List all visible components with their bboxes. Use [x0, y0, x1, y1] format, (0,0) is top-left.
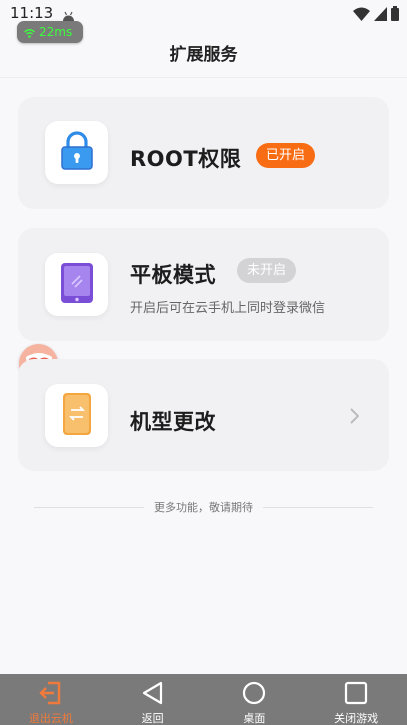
root-card-title: ROOT权限 — [130, 147, 242, 171]
tablet-icon — [60, 262, 94, 308]
divider-right — [263, 506, 373, 508]
root-icon-tile — [45, 121, 108, 184]
model-change-card[interactable]: 机型更改 — [18, 359, 389, 471]
tablet-card-description: 开启后可在云手机上同时登录微信 — [130, 301, 326, 316]
square-icon — [344, 680, 368, 706]
wifi-small-icon — [24, 23, 35, 42]
phone-swap-icon — [62, 392, 92, 440]
tablet-status-badge: 未开启 — [237, 258, 297, 283]
chevron-right-icon[interactable] — [349, 408, 360, 428]
root-permission-card[interactable]: ROOT权限 已开启 — [18, 97, 389, 209]
tablet-card-title: 平板模式 — [130, 263, 216, 287]
battery-icon — [391, 6, 399, 21]
page-title: 扩展服务 — [169, 45, 238, 65]
close-game-label: 关闭游戏 — [334, 712, 379, 725]
home-button[interactable]: 桌面 — [204, 674, 306, 725]
status-time: 11:13 — [10, 4, 54, 22]
network-latency-value: 22ms — [39, 25, 73, 39]
divider-left — [34, 506, 144, 508]
home-label: 桌面 — [243, 712, 266, 725]
tablet-mode-card[interactable]: 平板模式 未开启 开启后可在云手机上同时登录微信 — [18, 228, 389, 341]
root-status-badge: 已开启 — [256, 143, 316, 168]
cell-signal-icon — [374, 6, 387, 21]
status-icons — [353, 6, 399, 21]
android-notification-icon — [62, 7, 75, 21]
tablet-icon-tile — [45, 253, 108, 316]
wifi-icon — [353, 7, 370, 21]
back-label: 返回 — [141, 712, 164, 725]
back-triangle-icon — [141, 680, 165, 706]
home-circle-icon — [242, 680, 266, 706]
exit-cloud-phone-button[interactable]: 退出云机 — [0, 674, 102, 725]
back-button[interactable]: 返回 — [102, 674, 204, 725]
more-features-note: 更多功能，敬请期待 — [0, 499, 407, 515]
exit-icon — [39, 680, 63, 706]
header-divider — [0, 77, 407, 78]
lock-icon — [58, 130, 96, 175]
model-card-title: 机型更改 — [130, 410, 216, 434]
exit-label: 退出云机 — [28, 712, 73, 725]
more-features-text: 更多功能，敬请期待 — [154, 501, 253, 514]
close-game-button[interactable]: 关闭游戏 — [305, 674, 407, 725]
model-icon-tile — [45, 384, 108, 447]
bottom-navigation: 退出云机 返回 桌面 关闭游戏 — [0, 674, 407, 725]
